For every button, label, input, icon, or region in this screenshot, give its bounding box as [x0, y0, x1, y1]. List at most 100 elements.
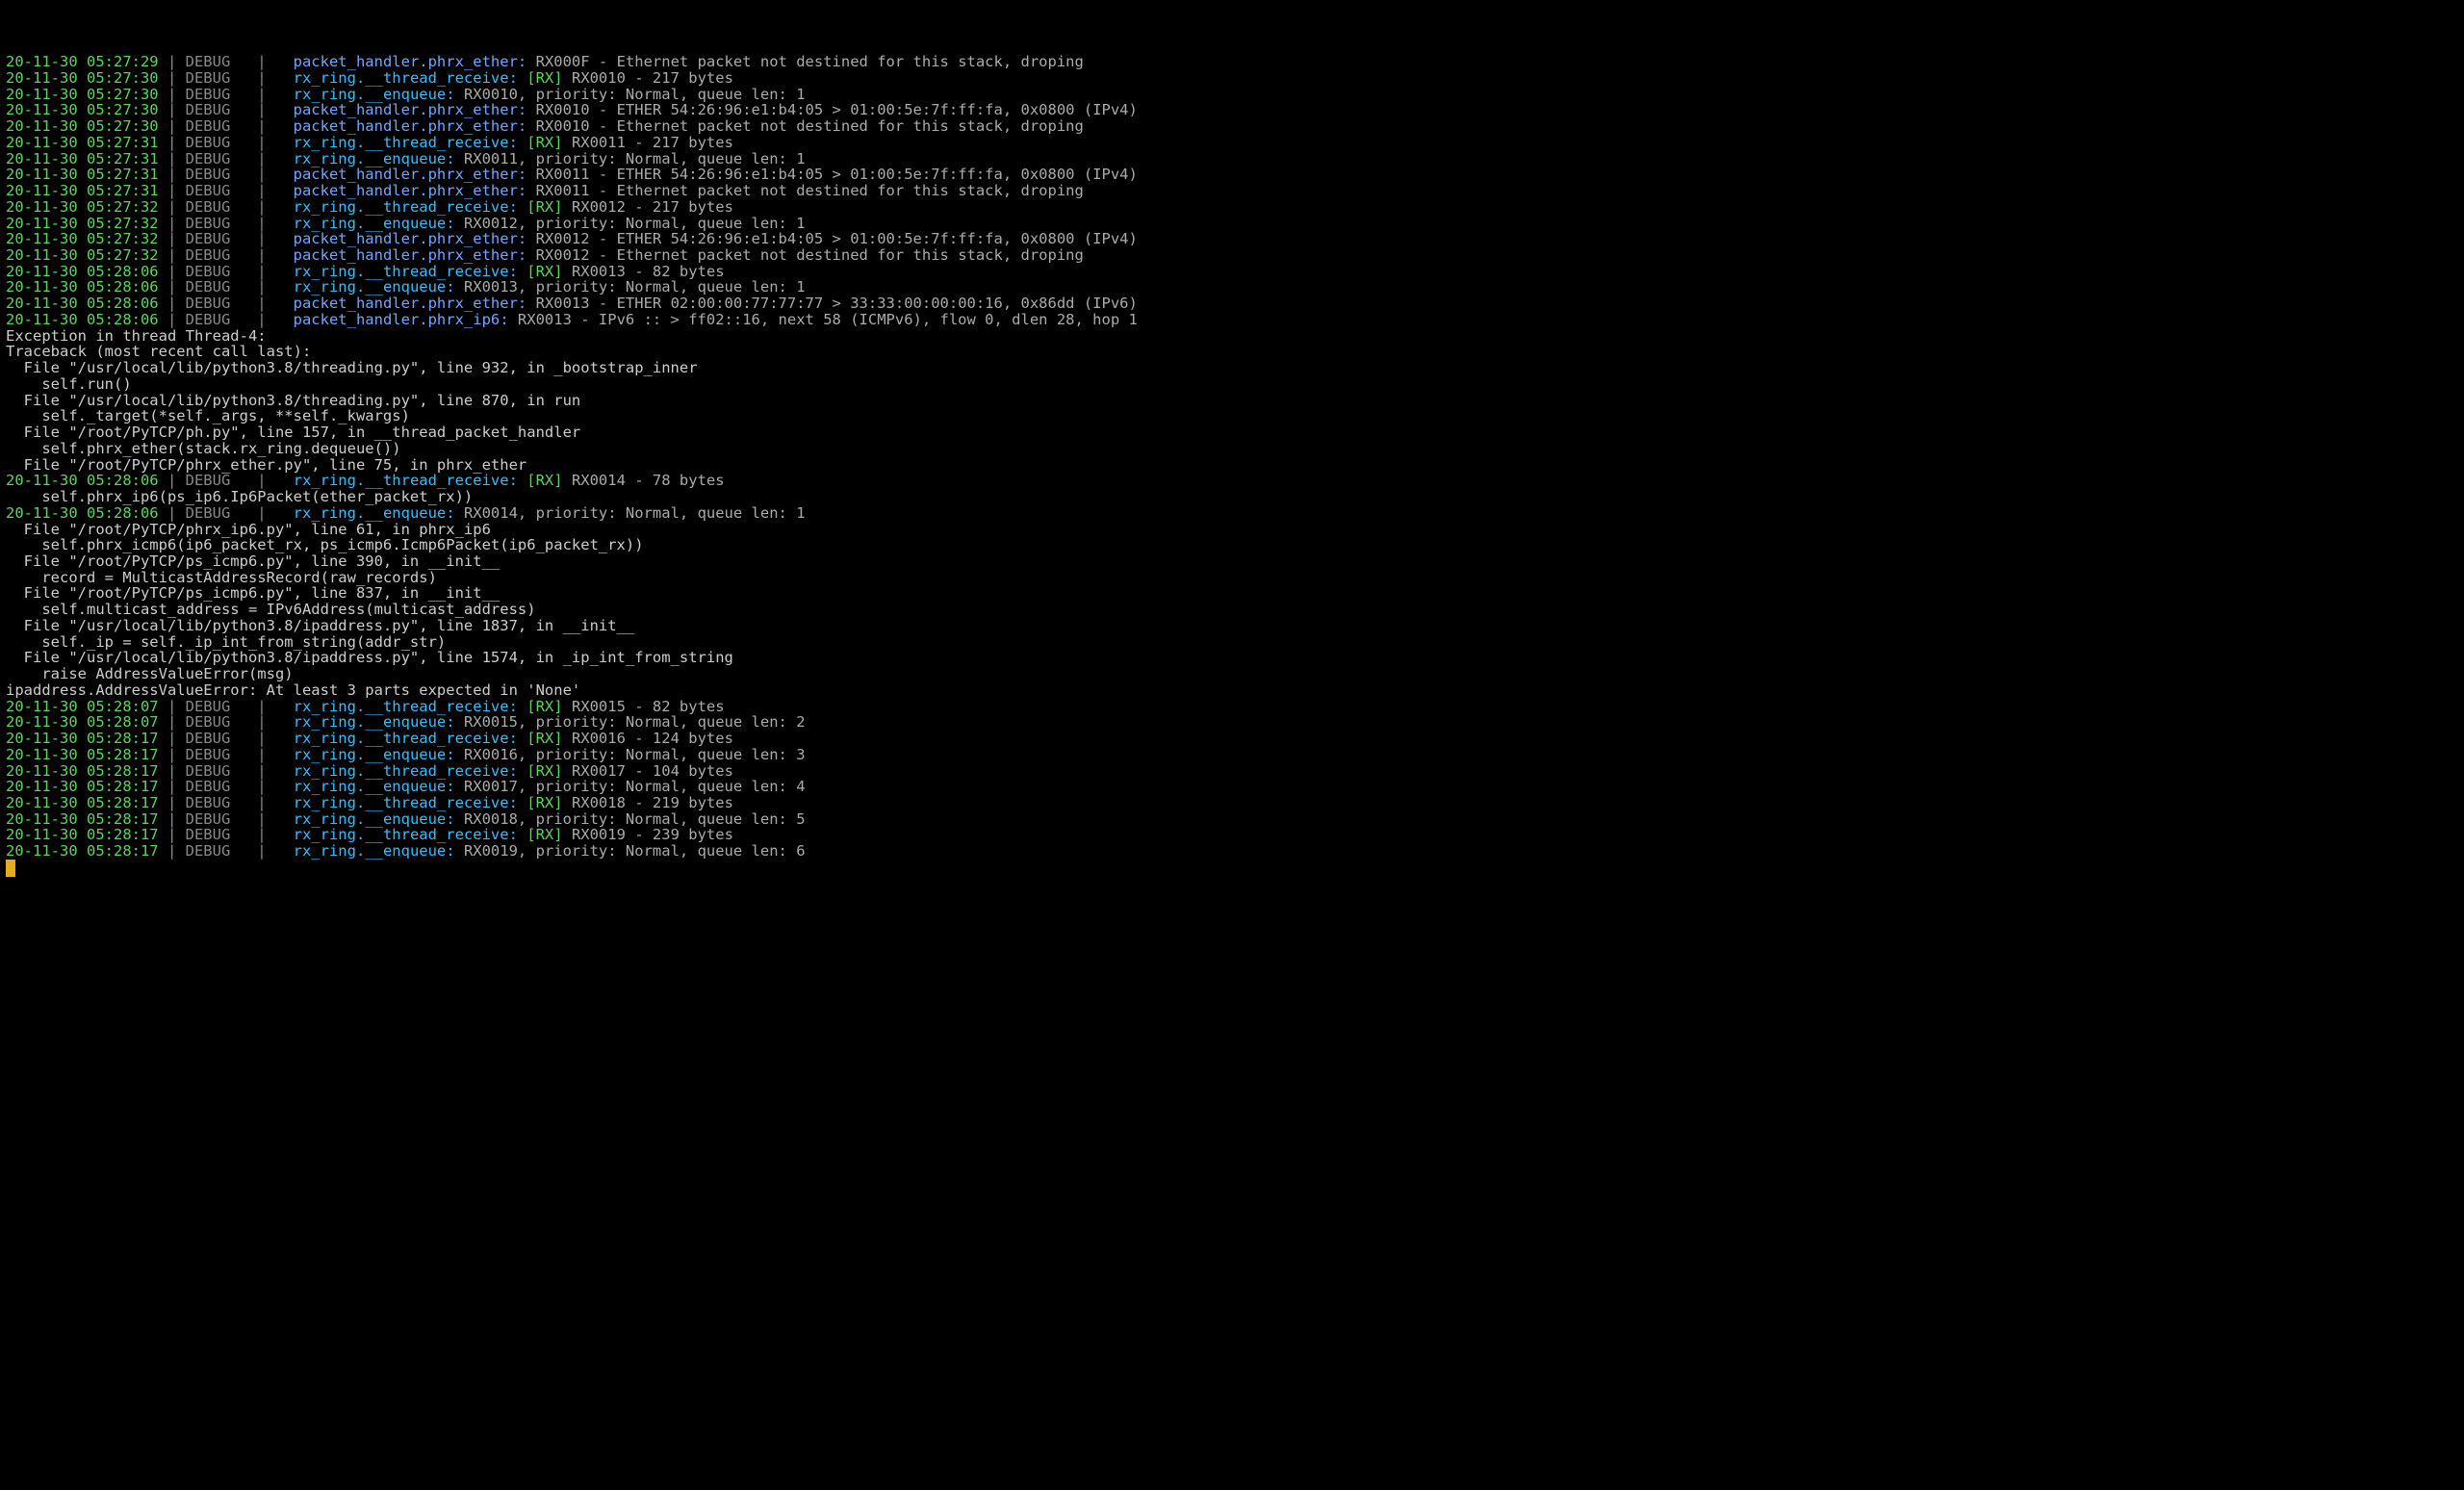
traceback-line: File "/root/PyTCP/ps_icmp6.py", line 837…: [6, 584, 500, 602]
traceback-line: File "/root/PyTCP/ps_icmp6.py", line 390…: [6, 552, 500, 570]
traceback-line: File "/usr/local/lib/python3.8/ipaddress…: [6, 617, 634, 634]
log-line: self.multicast_address = IPv6Address(mul…: [6, 602, 2458, 618]
log-line: 20-11-30 05:27:30 | DEBUG | rx_ring.__en…: [6, 87, 2458, 103]
log-level: DEBUG: [186, 746, 258, 763]
timestamp: 20-11-30 05:27:30: [6, 117, 159, 135]
log-level: DEBUG: [186, 198, 258, 216]
module-name: packet_handler.phrx_ether:: [294, 182, 536, 199]
log-line: 20-11-30 05:28:17 | DEBUG | rx_ring.__en…: [6, 811, 2458, 828]
log-line: record = MulticastAddressRecord(raw_reco…: [6, 570, 2458, 586]
log-line: 20-11-30 05:27:30 | DEBUG | packet_handl…: [6, 102, 2458, 118]
timestamp: 20-11-30 05:28:06: [6, 311, 159, 328]
traceback-line: self._ip = self._ip_int_from_string(addr…: [6, 633, 446, 651]
log-message: RX0012 - 217 bytes: [572, 198, 733, 216]
log-level: DEBUG: [186, 134, 258, 151]
log-line: 20-11-30 05:28:06 | DEBUG | rx_ring.__en…: [6, 505, 2458, 522]
module-name: rx_ring.__enqueue:: [294, 504, 464, 522]
log-line: 20-11-30 05:27:32 | DEBUG | rx_ring.__th…: [6, 199, 2458, 216]
module-name: rx_ring.__thread_receive:: [294, 198, 527, 216]
timestamp: 20-11-30 05:27:31: [6, 150, 159, 167]
terminal-output[interactable]: 20-11-30 05:27:29 | DEBUG | packet_handl…: [6, 54, 2458, 877]
timestamp: 20-11-30 05:27:32: [6, 198, 159, 216]
log-line: raise AddressValueError(msg): [6, 666, 2458, 682]
traceback-line: self.phrx_ether(stack.rx_ring.dequeue()): [6, 440, 401, 457]
log-message: RX0011, priority: Normal, queue len: 1: [464, 150, 806, 167]
module-name: packet_handler.phrx_ether:: [294, 53, 536, 70]
log-message: RX0011 - Ethernet packet not destined fo…: [536, 182, 1084, 199]
log-level: DEBUG: [186, 826, 258, 843]
traceback-line: self.phrx_ip6(ps_ip6.Ip6Packet(ether_pac…: [6, 488, 473, 505]
traceback-line: self.multicast_address = IPv6Address(mul…: [6, 601, 536, 618]
log-level: DEBUG: [186, 698, 258, 715]
log-line: 20-11-30 05:28:06 | DEBUG | rx_ring.__en…: [6, 279, 2458, 295]
log-line: 20-11-30 05:28:17 | DEBUG | rx_ring.__en…: [6, 747, 2458, 763]
log-level: DEBUG: [186, 810, 258, 828]
log-message: RX0010, priority: Normal, queue len: 1: [464, 86, 806, 103]
log-level: DEBUG: [186, 215, 258, 232]
timestamp: 20-11-30 05:28:17: [6, 842, 159, 860]
module-name: rx_ring.__enqueue:: [294, 278, 464, 295]
rx-tag: [RX]: [526, 198, 572, 216]
timestamp: 20-11-30 05:28:06: [6, 295, 159, 312]
log-message: RX0013 - IPv6 :: > ff02::16, next 58 (IC…: [518, 311, 1138, 328]
log-line: 20-11-30 05:28:17 | DEBUG | rx_ring.__th…: [6, 795, 2458, 811]
timestamp: 20-11-30 05:27:30: [6, 101, 159, 118]
timestamp: 20-11-30 05:28:17: [6, 778, 159, 795]
traceback-line: File "/root/PyTCP/phrx_ether.py", line 7…: [6, 456, 526, 474]
log-line: 20-11-30 05:27:29 | DEBUG | packet_handl…: [6, 54, 2458, 70]
module-name: packet_handler.phrx_ip6:: [294, 311, 518, 328]
log-message: RX0019, priority: Normal, queue len: 6: [464, 842, 806, 860]
log-message: RX0016, priority: Normal, queue len: 3: [464, 746, 806, 763]
traceback-line: File "/usr/local/lib/python3.8/threading…: [6, 359, 698, 376]
log-line: File "/root/PyTCP/phrx_ip6.py", line 61,…: [6, 522, 2458, 538]
timestamp: 20-11-30 05:28:17: [6, 746, 159, 763]
traceback-line: raise AddressValueError(msg): [6, 665, 294, 682]
timestamp: 20-11-30 05:28:07: [6, 713, 159, 731]
log-line: self.phrx_ip6(ps_ip6.Ip6Packet(ether_pac…: [6, 489, 2458, 505]
module-name: rx_ring.__enqueue:: [294, 778, 464, 795]
log-level: DEBUG: [186, 295, 258, 312]
log-message: RX0011 - ETHER 54:26:96:e1:b4:05 > 01:00…: [536, 166, 1138, 183]
log-line: 20-11-30 05:27:31 | DEBUG | rx_ring.__en…: [6, 151, 2458, 167]
timestamp: 20-11-30 05:28:17: [6, 826, 159, 843]
timestamp: 20-11-30 05:28:17: [6, 810, 159, 828]
log-message: RX0019 - 239 bytes: [572, 826, 733, 843]
log-level: DEBUG: [186, 794, 258, 811]
log-level: DEBUG: [186, 730, 258, 747]
log-level: DEBUG: [186, 101, 258, 118]
timestamp: 20-11-30 05:28:06: [6, 263, 159, 280]
timestamp: 20-11-30 05:27:31: [6, 166, 159, 183]
log-message: RX0018, priority: Normal, queue len: 5: [464, 810, 806, 828]
module-name: packet_handler.phrx_ether:: [294, 117, 536, 135]
log-line: 20-11-30 05:27:30 | DEBUG | packet_handl…: [6, 118, 2458, 135]
traceback-line: record = MulticastAddressRecord(raw_reco…: [6, 569, 437, 586]
rx-tag: [RX]: [526, 730, 572, 747]
log-level: DEBUG: [186, 472, 258, 489]
module-name: rx_ring.__enqueue:: [294, 842, 464, 860]
module-name: packet_handler.phrx_ether:: [294, 295, 536, 312]
log-message: RX0010 - ETHER 54:26:96:e1:b4:05 > 01:00…: [536, 101, 1138, 118]
module-name: rx_ring.__thread_receive:: [294, 263, 527, 280]
log-message: RX0017 - 104 bytes: [572, 762, 733, 780]
module-name: rx_ring.__enqueue:: [294, 150, 464, 167]
module-name: rx_ring.__enqueue:: [294, 746, 464, 763]
module-name: rx_ring.__enqueue:: [294, 86, 464, 103]
module-name: packet_handler.phrx_ether:: [294, 246, 536, 264]
log-level: DEBUG: [186, 762, 258, 780]
log-line: 20-11-30 05:28:06 | DEBUG | packet_handl…: [6, 312, 2458, 328]
log-level: DEBUG: [186, 117, 258, 135]
module-name: rx_ring.__enqueue:: [294, 215, 464, 232]
log-line: 20-11-30 05:27:31 | DEBUG | rx_ring.__th…: [6, 135, 2458, 151]
log-level: DEBUG: [186, 166, 258, 183]
timestamp: 20-11-30 05:27:29: [6, 53, 159, 70]
cursor-line: [6, 860, 2458, 877]
log-line: 20-11-30 05:27:31 | DEBUG | packet_handl…: [6, 167, 2458, 183]
log-line: 20-11-30 05:28:17 | DEBUG | rx_ring.__en…: [6, 779, 2458, 795]
module-name: packet_handler.phrx_ether:: [294, 101, 536, 118]
log-line: File "/root/PyTCP/ph.py", line 157, in _…: [6, 424, 2458, 441]
log-line: 20-11-30 05:28:17 | DEBUG | rx_ring.__th…: [6, 731, 2458, 747]
timestamp: 20-11-30 05:27:32: [6, 230, 159, 247]
log-line: File "/usr/local/lib/python3.8/threading…: [6, 360, 2458, 376]
log-message: RX000F - Ethernet packet not destined fo…: [536, 53, 1084, 70]
log-level: DEBUG: [186, 182, 258, 199]
